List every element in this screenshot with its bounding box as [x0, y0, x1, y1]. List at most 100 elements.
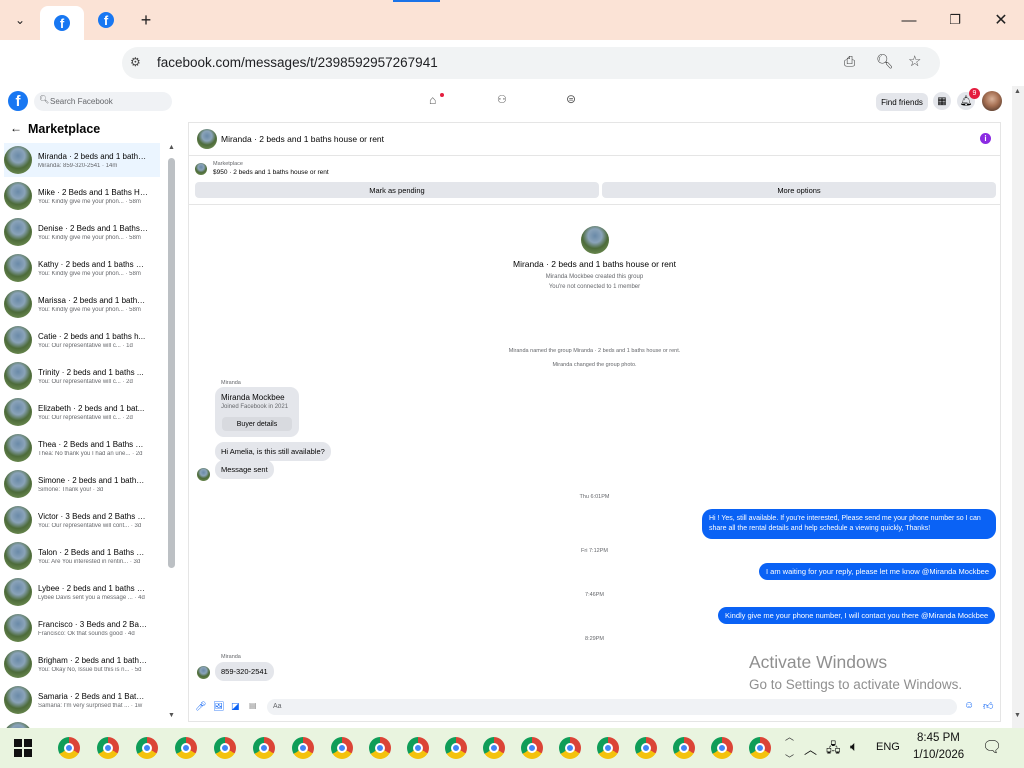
- friends-icon[interactable]: ⚇: [497, 93, 507, 106]
- scroll-down-icon[interactable]: ▼: [168, 712, 175, 719]
- volume-icon[interactable]: 🔈︎: [850, 738, 858, 755]
- image-icon[interactable]: 🖼︎: [213, 701, 224, 712]
- taskbar-scroll-down-icon[interactable]: ﹀: [785, 752, 794, 765]
- tab-facebook-active[interactable]: f: [40, 6, 84, 40]
- back-arrow-icon[interactable]: ←: [10, 121, 22, 135]
- chrome-taskbar-icon[interactable]: [483, 737, 505, 759]
- chrome-taskbar-icon[interactable]: [521, 737, 543, 759]
- chat-title[interactable]: Miranda · 2 beds and 1 baths house or re…: [221, 134, 384, 144]
- chrome-taskbar-icon[interactable]: [97, 737, 119, 759]
- chrome-taskbar-icon[interactable]: [407, 737, 429, 759]
- sidebar-item[interactable]: Miranda · 2 beds and 1 baths ... Miranda:…: [4, 143, 160, 177]
- search-input[interactable]: 🔍︎ Search Facebook: [34, 92, 172, 111]
- message-bubble-outgoing[interactable]: Hi ! Yes, still available. If you're int…: [702, 509, 996, 539]
- chrome-taskbar-icon[interactable]: [369, 737, 391, 759]
- menu-grid-button[interactable]: ▦: [933, 92, 951, 110]
- find-friends-button[interactable]: Find friends: [876, 93, 928, 111]
- scroll-down-icon[interactable]: ▼: [1014, 712, 1021, 719]
- zoom-icon[interactable]: 🔍︎: [876, 53, 894, 70]
- sidebar-item[interactable]: Victor · 3 Beds and 2 Baths Ho... You: Ou…: [4, 503, 160, 537]
- sidebar-item[interactable]: Mike · 2 Beds and 1 Baths Hou... You: Kin…: [4, 179, 160, 213]
- sidebar-item[interactable]: Kathy · 2 beds and 1 baths ho... You: Kin…: [4, 251, 160, 285]
- chrome-taskbar-icon[interactable]: [331, 737, 353, 759]
- tab-facebook-2[interactable]: f: [92, 4, 120, 36]
- sidebar-item[interactable]: Thea · 2 Beds and 1 Baths Hou... Thea: No…: [4, 431, 160, 465]
- group-photo[interactable]: [581, 226, 609, 254]
- restore-button[interactable]: ❐: [941, 8, 969, 32]
- new-tab-button[interactable]: +: [132, 8, 160, 32]
- facebook-logo[interactable]: f: [8, 91, 28, 111]
- page-scrollbar[interactable]: ▲ ▼: [1012, 86, 1024, 728]
- sidebar-item[interactable]: Elizabeth · 2 beds and 1 bat... You: Our …: [4, 395, 160, 429]
- message-input[interactable]: Aa: [267, 699, 957, 715]
- chrome-taskbar-icon[interactable]: [559, 737, 581, 759]
- chrome-taskbar-icon[interactable]: [292, 737, 314, 759]
- clock-time[interactable]: 8:45 PM: [917, 732, 960, 744]
- sidebar-item[interactable]: Samaria · 2 Beds and 1 Baths ... Samaria:…: [4, 683, 160, 717]
- url-text[interactable]: facebook.com/messages/t/2398592957267941: [157, 55, 438, 70]
- chrome-taskbar-icon[interactable]: [214, 737, 236, 759]
- message-bubble[interactable]: Hi Amelia, is this still available?: [215, 442, 331, 461]
- bookmark-star-icon[interactable]: ☆: [908, 52, 921, 70]
- show-hidden-icons[interactable]: ︿: [804, 739, 817, 758]
- sidebar-item[interactable]: Denise · 2 Beds and 1 Baths H... You: Kin…: [4, 215, 160, 249]
- scrollbar-thumb[interactable]: [168, 158, 175, 568]
- chrome-taskbar-icon[interactable]: [597, 737, 619, 759]
- install-icon[interactable]: ⎙: [844, 53, 855, 70]
- message-bubble[interactable]: 859-320-2541: [215, 662, 274, 681]
- language-indicator[interactable]: ENG: [876, 741, 900, 753]
- chrome-taskbar-icon[interactable]: [635, 737, 657, 759]
- scroll-up-icon[interactable]: ▲: [1014, 88, 1021, 95]
- listing-thumbnail[interactable]: [195, 163, 207, 175]
- mark-pending-button[interactable]: Mark as pending: [195, 182, 599, 198]
- chat-avatar[interactable]: [197, 129, 217, 149]
- sidebar-item[interactable]: Simone · 2 beds and 1 baths h... Simone: …: [4, 467, 160, 501]
- microphone-icon[interactable]: 🎤︎: [195, 701, 206, 712]
- minimize-button[interactable]: —: [895, 8, 923, 32]
- emoji-icon[interactable]: ☺: [964, 700, 974, 711]
- sidebar-scrollbar[interactable]: ▲ ▼: [166, 144, 178, 722]
- sidebar-item[interactable]: Marissa · 2 beds and 1 baths h... You: Ki…: [4, 287, 160, 321]
- site-info-icon[interactable]: ⚙: [130, 55, 141, 69]
- groups-icon[interactable]: ⊜: [566, 92, 576, 106]
- sidebar-item[interactable]: Trinity · 2 beds and 1 baths ... You: Our…: [4, 359, 160, 393]
- chrome-taskbar-icon[interactable]: [175, 737, 197, 759]
- chrome-taskbar-icon[interactable]: [711, 737, 733, 759]
- sidebar-item[interactable]: Catie · 2 beds and 1 baths h... You: Our …: [4, 323, 160, 357]
- sticker-icon[interactable]: ◪: [231, 701, 240, 712]
- chrome-taskbar-icon[interactable]: [58, 737, 80, 759]
- chrome-taskbar-icon[interactable]: [253, 737, 275, 759]
- message-bubble[interactable]: Message sent: [215, 460, 274, 479]
- chrome-taskbar-icon[interactable]: [749, 737, 771, 759]
- clock-date[interactable]: 1/10/2026: [913, 749, 964, 761]
- chrome-taskbar-icon[interactable]: [136, 737, 158, 759]
- message-bubble-outgoing[interactable]: I am waiting for your reply, please let …: [759, 563, 996, 580]
- gif-icon[interactable]: ▤: [249, 701, 257, 710]
- network-icon[interactable]: 🖧︎: [826, 739, 841, 761]
- chrome-taskbar-icon[interactable]: [445, 737, 467, 759]
- more-options-button[interactable]: More options: [602, 182, 996, 198]
- sidebar-item[interactable]: Izabel · 3 Beds and 2 Baths ...: [4, 719, 160, 728]
- sidebar-item[interactable]: Talon · 2 Beds and 1 Baths Ho... You: Are…: [4, 539, 160, 573]
- tab-search-button[interactable]: ⌄: [6, 8, 34, 32]
- scroll-up-icon[interactable]: ▲: [168, 144, 175, 151]
- chrome-taskbar-icon[interactable]: [673, 737, 695, 759]
- sender-avatar[interactable]: [197, 468, 210, 481]
- sidebar-item[interactable]: Lybee · 2 beds and 1 baths ho... Lybee Da…: [4, 575, 160, 609]
- listing-title[interactable]: $950 · 2 beds and 1 baths house or rent: [213, 169, 329, 176]
- message-bubble-outgoing[interactable]: Kindly give me your phone number, I will…: [718, 607, 996, 624]
- close-window-button[interactable]: ✕: [987, 8, 1015, 32]
- notification-center-icon[interactable]: 🗨︎: [982, 737, 1002, 757]
- like-icon[interactable]: 👍︎: [983, 700, 993, 712]
- account-avatar[interactable]: [982, 91, 1002, 111]
- start-button[interactable]: [14, 739, 32, 757]
- home-icon[interactable]: ⌂: [429, 93, 436, 107]
- sender-avatar[interactable]: [197, 666, 210, 679]
- omnibox[interactable]: ⚙ facebook.com/messages/t/23985929572679…: [122, 47, 940, 79]
- conversation-avatar: [4, 434, 32, 462]
- buyer-details-button[interactable]: Buyer details: [222, 417, 292, 431]
- sidebar-item[interactable]: Brigham · 2 beds and 1 baths ... You: Oka…: [4, 647, 160, 681]
- info-button[interactable]: i: [980, 133, 991, 144]
- taskbar-scroll-up-icon[interactable]: ︿: [785, 730, 794, 743]
- sidebar-item[interactable]: Francisco · 3 Beds and 2 Baths... Francis…: [4, 611, 160, 645]
